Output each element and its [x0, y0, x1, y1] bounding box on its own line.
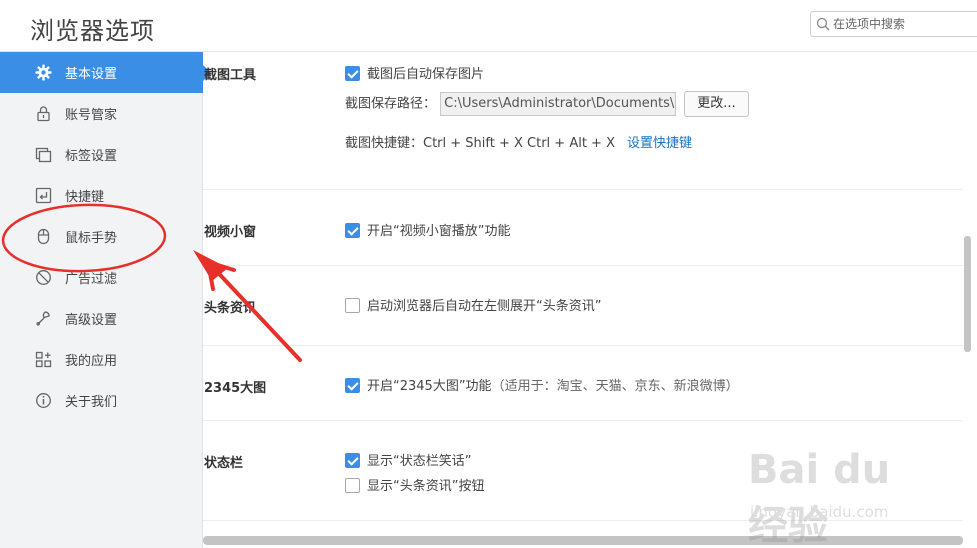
block-icon: [36, 270, 51, 285]
status-joke-label: 显示“状态栏笑话”: [367, 454, 472, 469]
section-title: 视频小窗: [204, 225, 257, 240]
sidebar-item-label: 鼠标手势: [65, 231, 118, 246]
sidebar-item-mouse-gestures[interactable]: 鼠标手势: [0, 216, 203, 257]
section-title: 截图工具: [204, 68, 257, 83]
sidebar-item-label: 我的应用: [65, 354, 118, 369]
page-title: 浏览器选项: [30, 17, 155, 45]
sidebar-item-basic-settings[interactable]: 基本设置: [0, 52, 211, 93]
shortcut-label: 截图快捷键：Ctrl + Shift + X Ctrl + Alt + X: [345, 136, 615, 151]
sidebar-item-label: 标签设置: [65, 149, 118, 164]
video-window-checkbox[interactable]: [345, 223, 360, 238]
search-box[interactable]: [810, 11, 977, 37]
search-icon: [816, 17, 830, 31]
big-image-checkbox[interactable]: [345, 378, 360, 393]
sidebar-item-my-apps[interactable]: 我的应用: [0, 339, 203, 380]
sidebar-item-shortcuts[interactable]: 快捷键: [0, 175, 203, 216]
search-input[interactable]: [833, 15, 973, 33]
section-title: 头条资讯: [204, 301, 257, 316]
sidebar-item-about-us[interactable]: 关于我们: [0, 380, 203, 421]
autosave-label: 截图后自动保存图片: [367, 67, 485, 82]
header: 浏览器选项: [0, 0, 977, 52]
shortcut-row: 截图快捷键：Ctrl + Shift + X Ctrl + Alt + X 设置快…: [345, 132, 692, 151]
sidebar-item-ad-filter[interactable]: 广告过滤: [0, 257, 203, 298]
autosave-checkbox[interactable]: [345, 66, 360, 81]
tabs-icon: [35, 147, 52, 163]
apps-icon: [35, 351, 52, 368]
news-option[interactable]: 启动浏览器后自动在左侧展开“头条资讯”: [345, 295, 601, 314]
watermark-text: Bai du 经验: [748, 447, 891, 548]
video-window-label: 开启“视频小窗播放”功能: [367, 224, 511, 239]
sidebar-item-label: 快捷键: [65, 190, 105, 205]
section-video-window: 视频小窗 开启“视频小窗播放”功能: [203, 190, 963, 266]
sidebar-item-account-manager[interactable]: 账号管家: [0, 93, 203, 134]
watermark-url: jingyan.baidu.com: [750, 503, 889, 521]
sidebar: 基本设置 账号管家 标签设置 快捷键 鼠标手势 广告过滤 高级设置 我的应用 关…: [0, 52, 211, 548]
section-big-image: 2345大图 开启“2345大图”功能（适用于：淘宝、天猫、京东、新浪微博）: [203, 346, 963, 421]
vertical-scrollbar[interactable]: [964, 236, 971, 352]
section-news: 头条资讯 启动浏览器后自动在左侧展开“头条资讯”: [203, 266, 963, 346]
status-joke-checkbox[interactable]: [345, 453, 360, 468]
sidebar-item-label: 广告过滤: [65, 272, 118, 287]
sidebar-item-label: 高级设置: [65, 313, 118, 328]
save-path-field[interactable]: C:\Users\Administrator\Documents\23: [440, 92, 677, 116]
wrench-icon: [36, 311, 50, 326]
section-screenshot: 截图工具 截图后自动保存图片 截图保存路径： C:\Users\Administ…: [203, 52, 963, 190]
set-shortcut-link[interactable]: 设置快捷键: [627, 136, 692, 151]
shortcut-icon: [35, 187, 52, 204]
news-button-label: 显示“头条资讯”按钮: [367, 479, 485, 494]
video-window-option[interactable]: 开启“视频小窗播放”功能: [345, 220, 510, 239]
big-image-label: 开启“2345大图”功能: [367, 379, 492, 394]
gear-icon: [35, 64, 52, 81]
news-button-checkbox[interactable]: [345, 478, 360, 493]
sidebar-item-label: 账号管家: [65, 108, 118, 123]
news-label: 启动浏览器后自动在左侧展开“头条资讯”: [367, 299, 602, 314]
news-checkbox[interactable]: [345, 298, 360, 313]
sidebar-item-tab-settings[interactable]: 标签设置: [0, 134, 203, 175]
section-title: 2345大图: [204, 381, 267, 396]
big-image-note: （适用于：淘宝、天猫、京东、新浪微博）: [491, 379, 739, 394]
status-joke-option[interactable]: 显示“状态栏笑话”: [345, 450, 471, 469]
browser-options-window: 浏览器选项 基本设置: [0, 0, 977, 548]
baidu-watermark: Bai du 经验 jingyan.baidu.com: [748, 447, 928, 548]
big-image-option[interactable]: 开启“2345大图”功能（适用于：淘宝、天猫、京东、新浪微博）: [345, 375, 739, 394]
change-path-button[interactable]: 更改...: [684, 91, 749, 117]
news-button-option[interactable]: 显示“头条资讯”按钮: [345, 475, 484, 494]
sidebar-item-label: 基本设置: [65, 67, 118, 82]
save-path-label: 截图保存路径：: [345, 96, 437, 112]
mouse-icon: [37, 228, 50, 245]
section-title: 状态栏: [204, 456, 244, 471]
lock-icon: [37, 106, 50, 122]
sidebar-item-label: 关于我们: [65, 395, 118, 410]
info-icon: [36, 393, 51, 408]
sidebar-item-advanced-settings[interactable]: 高级设置: [0, 298, 203, 339]
autosave-option[interactable]: 截图后自动保存图片: [345, 63, 484, 82]
save-path-row: 截图保存路径： C:\Users\Administrator\Documents…: [345, 91, 749, 117]
